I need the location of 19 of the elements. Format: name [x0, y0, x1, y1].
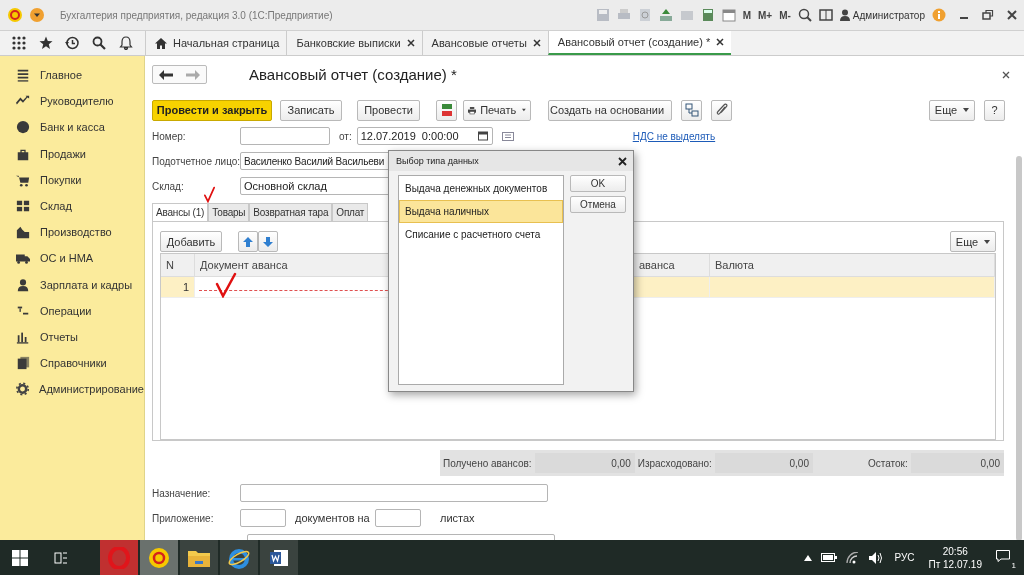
window-title: Бухгалтерия предприятия, редакция 3.0 (1С:Предприятие)	[60, 9, 333, 21]
field-label: от:	[339, 130, 352, 142]
field-label: Приложение:	[152, 512, 215, 524]
total-value: 0,00	[534, 453, 635, 473]
total-label: Израсходовано:	[636, 457, 712, 469]
total-value: 0,00	[714, 453, 813, 473]
clock-time: 20:56	[942, 544, 968, 558]
field-label: Номер:	[152, 130, 187, 142]
dialog-title: Выбор типа данных	[396, 156, 479, 166]
total-value: 0,00	[910, 453, 1004, 473]
total-label: Получено авансов:	[442, 457, 532, 469]
field-label: Склад:	[152, 180, 185, 192]
clock-date: Пт 12.07.19	[928, 557, 982, 571]
field-label: Назначение:	[152, 487, 212, 499]
form-title: Авансовый отчет (создание) *	[249, 66, 457, 83]
field-label: Подотчетное лицо:	[152, 155, 240, 167]
total-label: Остаток:	[867, 457, 908, 469]
field-label: документов на	[295, 512, 371, 524]
field-label: листах	[440, 512, 475, 524]
